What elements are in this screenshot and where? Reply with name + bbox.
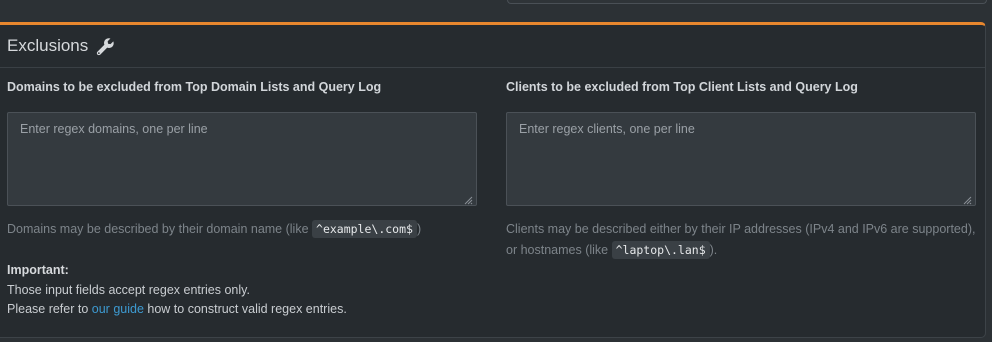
resize-grip-icon[interactable] <box>463 195 473 205</box>
clients-help-text: Clients may be described either by their… <box>506 222 976 259</box>
card-title: Exclusions <box>7 36 89 55</box>
previous-input-edge <box>507 0 987 4</box>
domains-help-text: Domains may be described by their domain… <box>7 220 422 238</box>
wrench-icon <box>96 37 115 56</box>
resize-grip-icon[interactable] <box>962 195 972 205</box>
notice-heading: Important: <box>7 263 69 277</box>
domains-column: Domains to be excluded from Top Domain L… <box>7 80 477 240</box>
clients-example-code: ^laptop\.lan$ <box>611 241 710 259</box>
clients-textarea[interactable] <box>506 112 976 206</box>
domains-label: Domains to be excluded from Top Domain L… <box>7 80 382 94</box>
guide-link[interactable]: our guide <box>92 302 144 316</box>
notice-line-2: Please refer to our guide how to constru… <box>7 302 347 316</box>
regex-notice: Important: Those input fields accept reg… <box>7 261 347 320</box>
domains-example-code: ^example\.com$ <box>312 220 417 238</box>
notice-line-1: Those input fields accept regex entries … <box>7 282 250 297</box>
clients-column: Clients to be excluded from Top Client L… <box>506 80 976 261</box>
previous-section <box>0 0 992 22</box>
domains-textarea[interactable] <box>7 112 477 206</box>
exclusions-card: Exclusions Domains to be excluded from T… <box>0 22 986 338</box>
clients-label: Clients to be excluded from Top Client L… <box>506 80 858 94</box>
card-header: Exclusions <box>0 25 985 68</box>
